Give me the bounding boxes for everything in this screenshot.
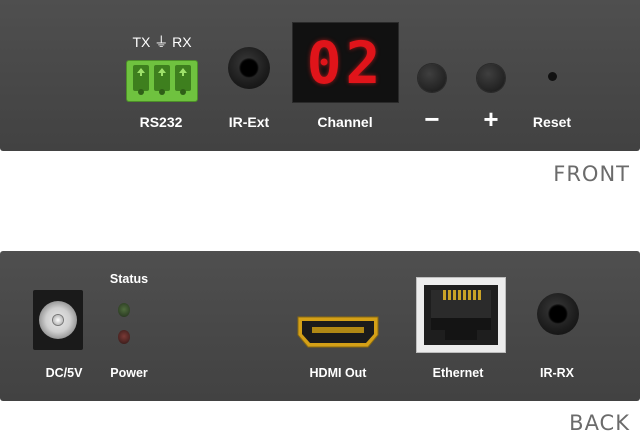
hdmi-label: HDMI Out	[309, 366, 367, 380]
terminal-screw	[159, 89, 165, 95]
channel-label: Channel	[317, 114, 373, 130]
dc-power-port[interactable]	[33, 290, 83, 350]
ethernet-label: Ethernet	[432, 366, 484, 380]
ir-rx-jack[interactable]	[537, 293, 579, 335]
status-led	[118, 303, 130, 317]
terminal-slot-gnd	[154, 65, 170, 91]
rs232-label: RS232	[139, 114, 183, 130]
ir-ext-label: IR-Ext	[228, 114, 270, 130]
dc-port-ring	[39, 301, 77, 339]
rs232-terminal-block[interactable]	[126, 60, 198, 102]
power-led	[118, 330, 130, 344]
channel-down-button[interactable]	[418, 64, 446, 92]
terminal-slot-rx	[175, 65, 191, 91]
terminal-screw	[180, 89, 186, 95]
plus-symbol: +	[483, 104, 499, 134]
hdmi-out-port[interactable]	[296, 315, 380, 349]
terminal-screw	[138, 89, 144, 95]
rs232-pin-label: TX ⏚ RX	[132, 34, 192, 50]
dc-label: DC/5V	[45, 366, 83, 380]
ir-ext-jack[interactable]	[228, 47, 270, 89]
back-caption: BACK	[569, 411, 630, 435]
front-caption: FRONT	[553, 162, 630, 186]
ethernet-port[interactable]	[416, 277, 506, 353]
minus-symbol: −	[424, 104, 440, 134]
ir-rx-jack-hole	[548, 304, 568, 324]
channel-display: 02	[292, 22, 399, 103]
status-label: Status	[109, 272, 149, 286]
reset-label: Reset	[532, 114, 572, 130]
power-label: Power	[110, 366, 148, 380]
terminal-slot-tx	[133, 65, 149, 91]
dc-port-pin	[53, 315, 63, 325]
channel-value: 02	[306, 28, 385, 97]
ir-ext-jack-hole	[239, 58, 259, 78]
channel-up-button[interactable]	[477, 64, 505, 92]
ir-rx-label: IR-RX	[539, 366, 575, 380]
reset-button[interactable]	[548, 72, 557, 81]
